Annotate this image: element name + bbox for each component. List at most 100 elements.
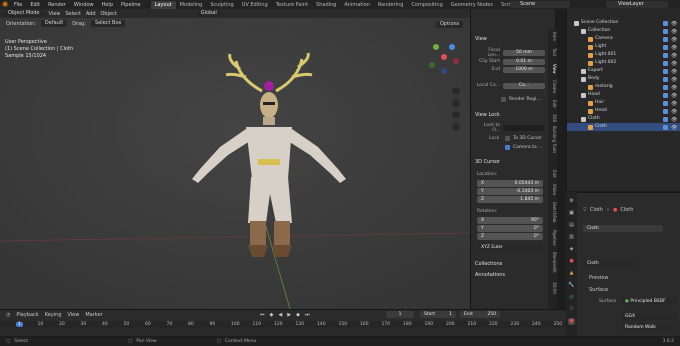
timeline-menu-keying[interactable]: Keying <box>45 312 62 318</box>
sidebar-tab-3d-print[interactable]: 3D-Pri <box>548 282 557 294</box>
cursor-rot-y[interactable]: Y 0° <box>477 225 543 232</box>
jump-start-icon[interactable]: ⏮ <box>260 312 265 318</box>
menu-file[interactable]: File <box>10 2 26 8</box>
mode-dropdown[interactable]: Object Mode <box>4 10 44 17</box>
outliner-row[interactable]: Cloth 👁 <box>567 123 680 131</box>
outliner-exclude-checkbox[interactable] <box>663 124 668 130</box>
render-region-box[interactable] <box>501 97 506 102</box>
play-icon[interactable]: ▶ <box>287 312 291 318</box>
material-selector[interactable]: Cloth <box>583 260 637 267</box>
sidebar-tab-sketchfab[interactable]: SketchFab <box>548 202 557 222</box>
sidebar-tab-3ds[interactable]: 3DS <box>548 114 557 122</box>
breadcrumb-object[interactable]: Cloth <box>590 207 603 213</box>
3d-viewport[interactable]: Object Mode View Select Add Object Globa… <box>0 9 470 309</box>
timeline-menu-playback[interactable]: Playback <box>16 312 38 318</box>
outliner-row[interactable]: Scene Collection 👁 <box>567 19 680 27</box>
view-layer-tab-icon[interactable]: ▥ <box>568 234 575 241</box>
sidebar-tab-edit[interactable]: Edit <box>548 100 557 108</box>
outliner-row[interactable]: Head 👁 <box>567 91 680 99</box>
outliner-row[interactable]: Light.002 👁 <box>567 59 680 67</box>
blender-logo-icon[interactable]: ◉ <box>2 1 10 8</box>
outliner-row[interactable]: Collection 👁 <box>567 27 680 35</box>
outliner-exclude-checkbox[interactable] <box>663 60 668 66</box>
outliner-row[interactable]: Light.001 👁 <box>567 51 680 59</box>
tool-tab-icon[interactable]: ⚙ <box>568 198 575 205</box>
transform-orientation[interactable]: Global <box>196 10 221 17</box>
timeline-editor-icon[interactable]: ◷ <box>6 312 10 318</box>
clip-end-field[interactable]: 1000 m <box>503 66 545 73</box>
sidebar-tab-item[interactable]: Item <box>548 32 557 41</box>
outliner-exclude-checkbox[interactable] <box>663 36 668 42</box>
outliner-exclude-checkbox[interactable] <box>663 28 668 34</box>
outliner-row[interactable]: Light 👁 <box>567 43 680 51</box>
sidebar-tab-blenderkit[interactable]: BlenderKit <box>548 252 557 273</box>
visibility-eye-icon[interactable]: 👁 <box>671 124 677 132</box>
outliner-exclude-checkbox[interactable] <box>663 108 668 114</box>
timeline-menu-view[interactable]: View <box>67 312 79 318</box>
tab-uv-editing[interactable]: UV Editing <box>238 1 272 9</box>
viewport-menu-object[interactable]: Object <box>101 11 117 17</box>
menu-help[interactable]: Help <box>98 2 117 8</box>
rotation-mode-dropdown[interactable]: XYZ Euler <box>477 244 543 251</box>
sidebar-tab-view[interactable]: View <box>548 64 557 74</box>
menu-edit[interactable]: Edit <box>26 2 44 8</box>
outliner-row[interactable]: metarig 👁 <box>567 83 680 91</box>
viewport-menu-select[interactable]: Select <box>65 11 80 17</box>
outliner-exclude-checkbox[interactable] <box>663 52 668 58</box>
material-slot-list[interactable]: Cloth <box>583 225 663 232</box>
breadcrumb-material[interactable]: Cloth <box>620 207 633 213</box>
menu-window[interactable]: Window <box>70 2 98 8</box>
tab-sculpting[interactable]: Sculpting <box>206 1 237 9</box>
outliner-row[interactable]: Camera 👁 <box>567 35 680 43</box>
frame-ruler[interactable]: 1 10 20 30 40 50 60 70 80 90 100 110 120 130 140 150 160… <box>0 321 566 329</box>
scene-tab-icon[interactable]: ◈ <box>568 246 575 253</box>
tab-animation[interactable]: Animation <box>340 1 374 9</box>
sidebar-tab-pipeline[interactable]: Pipeline <box>548 230 557 246</box>
menu-render[interactable]: Render <box>44 2 70 8</box>
current-frame-field[interactable]: 1 <box>386 311 414 318</box>
output-tab-icon[interactable]: ▤ <box>568 222 575 229</box>
next-key-icon[interactable]: ◆ <box>296 312 300 318</box>
viewport-menu-view[interactable]: View <box>49 11 61 17</box>
outliner-row[interactable]: Body 👁 <box>567 75 680 83</box>
cursor-loc-z[interactable]: Z 1.845 m <box>477 196 543 203</box>
orientation-dropdown[interactable]: Default <box>40 20 68 27</box>
view-layer-selector[interactable]: ViewLayer <box>606 1 668 8</box>
sidebar-tab-tool[interactable]: Tool <box>548 48 557 56</box>
distribution-dropdown[interactable]: GGX <box>621 313 677 320</box>
viewport-menu-add[interactable]: Add <box>86 11 96 17</box>
prev-key-icon[interactable]: ◆ <box>270 312 274 318</box>
world-tab-icon[interactable]: ● <box>568 258 575 265</box>
options-dropdown[interactable]: Options <box>436 21 464 28</box>
lock-to-object-field[interactable] <box>503 124 545 131</box>
modifier-tab-icon[interactable]: 🔧 <box>568 282 575 289</box>
material-tab-icon[interactable]: ● <box>568 318 575 325</box>
end-frame-field[interactable]: End 250 <box>460 311 500 318</box>
jump-end-icon[interactable]: ⏭ <box>305 312 310 318</box>
outliner-exclude-checkbox[interactable] <box>663 116 668 122</box>
surface-panel-header[interactable]: Surface <box>589 287 608 293</box>
outliner-row[interactable]: Cloth 👁 <box>567 115 680 123</box>
tab-compositing[interactable]: Compositing <box>407 1 446 9</box>
render-tab-icon[interactable]: ▣ <box>568 210 575 217</box>
cursor-loc-x[interactable]: X 0.05443 m <box>477 180 543 187</box>
preview-panel-header[interactable]: Preview <box>589 275 608 281</box>
clip-start-field[interactable]: 0.01 m <box>503 58 545 65</box>
focal-length-field[interactable]: 50 mm <box>503 49 545 56</box>
start-frame-field[interactable]: Start 1 <box>420 311 456 318</box>
surface-shader-dropdown[interactable]: ● Principled BSDF <box>621 298 677 305</box>
render-region-checkbox[interactable]: Render Regi... <box>501 97 541 102</box>
menu-pipeline[interactable]: Pipeline <box>117 2 145 8</box>
tab-shading[interactable]: Shading <box>312 1 340 9</box>
outliner-exclude-checkbox[interactable] <box>663 100 668 106</box>
cursor-rot-x[interactable]: X 90° <box>477 217 543 224</box>
to-cursor-checkbox[interactable] <box>505 136 511 141</box>
sidebar-tab-video[interactable]: Video <box>548 184 557 195</box>
outliner-exclude-checkbox[interactable] <box>663 44 668 50</box>
outliner-row[interactable]: Hair 👁 <box>567 99 680 107</box>
drag-dropdown[interactable]: Select Box <box>91 20 126 27</box>
outliner-row[interactable]: Export 👁 <box>567 67 680 75</box>
3d-cursor-header[interactable]: 3D Cursor <box>475 159 500 165</box>
scene-selector[interactable]: Scene <box>510 1 570 8</box>
physics-tab-icon[interactable]: ◎ <box>568 294 575 301</box>
